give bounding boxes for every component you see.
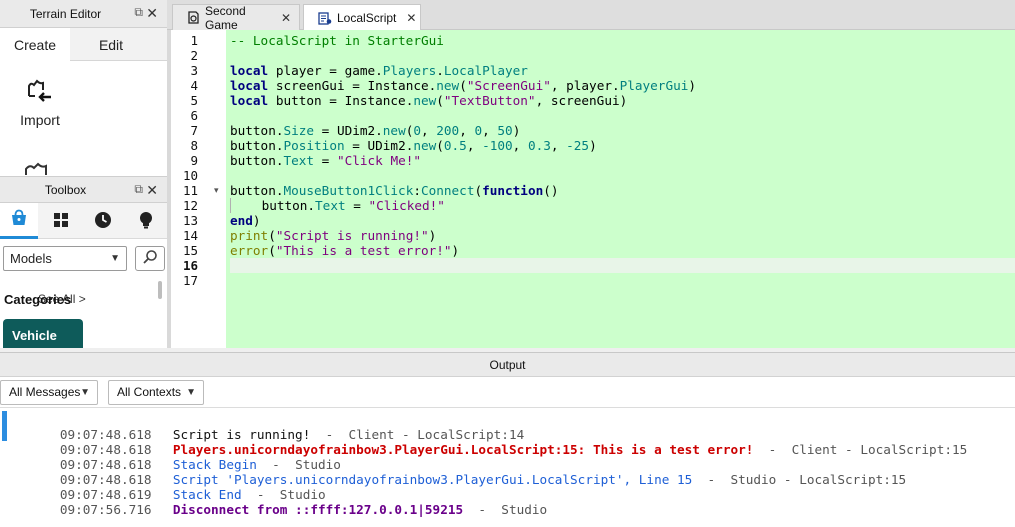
- game-place-icon: [187, 11, 200, 24]
- close-icon[interactable]: ✕: [146, 5, 158, 22]
- code-line: button.Position = UDim2.new(0.5, -100, 0…: [230, 138, 597, 153]
- line-number-gutter: 1 2 3 4 5 6 7 8 9 10 11 12 13 14 15 16 1…: [171, 30, 210, 348]
- code-line: -- LocalScript in StarterGui: [230, 33, 444, 48]
- local-script-icon: [318, 11, 332, 25]
- tab-edit[interactable]: Edit: [76, 28, 146, 61]
- line-number: 12: [182, 198, 198, 213]
- chevron-down-icon: ▼: [186, 387, 196, 398]
- category-select-value: Models: [10, 251, 52, 266]
- fold-toggle-icon[interactable]: ▾: [214, 185, 219, 196]
- message-filter-value: All Messages: [9, 385, 81, 399]
- tab-label: LocalScript: [337, 11, 397, 25]
- toolbox-titlebar: Toolbox ⧉ ✕: [0, 176, 167, 203]
- code-line: button.Size = UDim2.new(0, 200, 0, 50): [230, 123, 521, 138]
- close-tab-icon[interactable]: ✕: [406, 11, 416, 25]
- toolbox-tabs: [0, 203, 167, 239]
- context-filter-value: All Contexts: [117, 385, 182, 399]
- line-number: 5: [190, 93, 198, 108]
- line-number: 14: [182, 228, 198, 243]
- code-line: local button = Instance.new("TextButton"…: [230, 93, 628, 108]
- code-line: error("This is a test error!"): [230, 243, 460, 258]
- toolbox-scrollbar[interactable]: [158, 281, 162, 299]
- code-line: button.Text = "Click Me!": [230, 153, 421, 168]
- undock-icon[interactable]: ⧉: [134, 182, 143, 197]
- terrain-tool-icon[interactable]: [24, 161, 50, 175]
- code-line: local screenGui = Instance.new("ScreenGu…: [230, 78, 696, 93]
- tab-recent[interactable]: [84, 203, 122, 239]
- line-number-current: 16: [182, 258, 198, 273]
- output-title: Output: [0, 353, 1015, 377]
- output-log[interactable]: 09:07:48.618 Script is running! - Client …: [14, 412, 1015, 517]
- chevron-down-icon: ▼: [110, 253, 120, 264]
- close-icon[interactable]: ✕: [146, 182, 158, 199]
- undock-icon[interactable]: ⧉: [134, 5, 143, 20]
- code-line: button.MouseButton1Click:Connect(functio…: [230, 183, 559, 198]
- line-number: 10: [182, 168, 198, 183]
- terrain-editor-title: Terrain Editor: [29, 7, 102, 21]
- output-panel: Output All Messages ▼ All Contexts ▼ 09:…: [0, 352, 1015, 527]
- divider: [0, 407, 1015, 408]
- left-panels: Terrain Editor ⧉ ✕ Create Edit Import To…: [0, 0, 167, 348]
- line-number: 1: [190, 33, 198, 48]
- category-card-vehicle[interactable]: Vehicle: [3, 319, 83, 348]
- line-number: 7: [190, 123, 198, 138]
- line-number: 15: [182, 243, 198, 258]
- line-number: 4: [190, 78, 198, 93]
- tab-creations[interactable]: [127, 203, 165, 239]
- line-number: 2: [190, 48, 198, 63]
- import-button[interactable]: Import: [10, 76, 70, 128]
- marketplace-bag-icon: [10, 209, 28, 230]
- line-number: 9: [190, 153, 198, 168]
- line-number: 17: [182, 273, 198, 288]
- tab-localscript[interactable]: LocalScript ✕: [303, 4, 421, 31]
- fold-margin: ▾: [210, 30, 226, 348]
- import-label: Import: [20, 112, 60, 128]
- import-terrain-icon: [10, 76, 70, 106]
- tab-create[interactable]: Create: [0, 28, 70, 61]
- code-line: local player = game.Players.LocalPlayer: [230, 63, 528, 78]
- message-filter-select[interactable]: All Messages ▼: [0, 380, 98, 405]
- category-select[interactable]: Models ▼: [3, 246, 127, 271]
- line-number: 8: [190, 138, 198, 153]
- code-line-current: [230, 258, 1015, 273]
- line-number: 3: [190, 63, 198, 78]
- output-scroll-marker: [2, 411, 7, 441]
- close-tab-icon[interactable]: ✕: [281, 11, 291, 25]
- tab-second-game[interactable]: Second Game ✕: [172, 3, 300, 32]
- script-editor[interactable]: 1 2 3 4 5 6 7 8 9 10 11 12 13 14 15 16 1…: [167, 30, 1015, 348]
- search-button[interactable]: [135, 246, 165, 271]
- inventory-grid-icon: [53, 212, 69, 231]
- context-filter-select[interactable]: All Contexts ▼: [108, 380, 204, 405]
- tab-label: Second Game: [205, 3, 246, 32]
- tab-inventory[interactable]: [42, 203, 80, 239]
- line-number: 6: [190, 108, 198, 123]
- code-line: button.Text = "Clicked!": [230, 198, 1015, 213]
- editor-tabbar: Second Game ✕ LocalScript ✕: [167, 0, 1015, 32]
- tab-marketplace[interactable]: [0, 203, 38, 239]
- code-line: print("Script is running!"): [230, 228, 437, 243]
- code-area[interactable]: -- LocalScript in StarterGui local playe…: [230, 33, 1015, 288]
- categories-heading: Categories: [4, 292, 72, 307]
- toolbox-title: Toolbox: [44, 183, 87, 197]
- log-entry: 09:07:48.618 Script is running! - Client …: [59, 427, 525, 442]
- creations-bulb-icon: [139, 211, 153, 232]
- recent-clock-icon: [94, 211, 112, 232]
- terrain-editor-tabs: Create Edit: [0, 28, 167, 61]
- chevron-down-icon: ▼: [80, 387, 90, 398]
- line-number: 11: [182, 183, 198, 198]
- search-icon: [142, 249, 158, 268]
- code-line: end): [230, 213, 261, 228]
- line-number: 13: [182, 213, 198, 228]
- terrain-editor-titlebar: Terrain Editor ⧉ ✕: [0, 0, 167, 28]
